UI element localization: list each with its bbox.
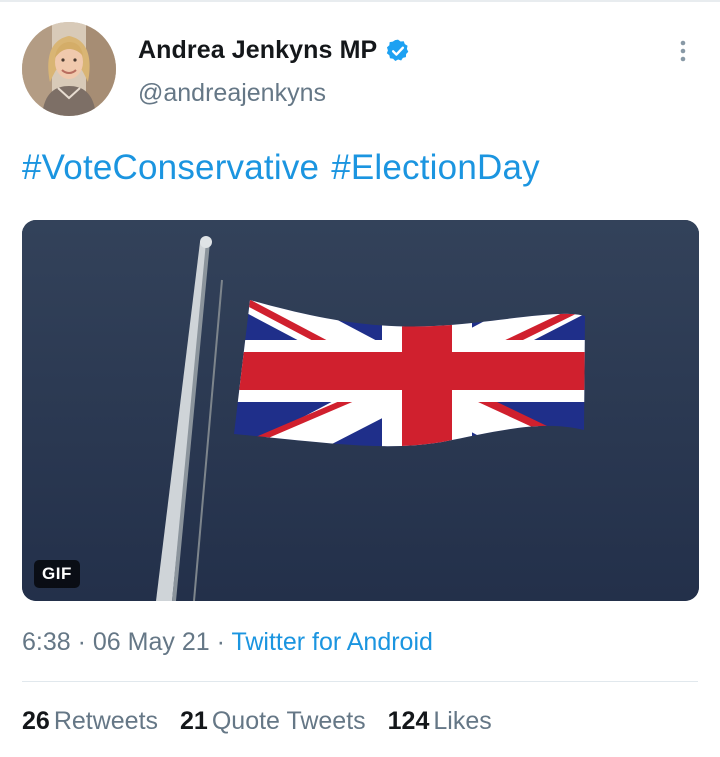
tweet-text: #VoteConservative #ElectionDay (22, 146, 552, 190)
quote-tweets-stat[interactable]: 21 Quote Tweets (180, 707, 366, 736)
quote-tweets-count: 21 (180, 707, 208, 735)
tweet-metadata: 6:38 · 06 May 21 · Twitter for Android (22, 628, 433, 657)
likes-count: 124 (387, 707, 430, 735)
gif-badge: GIF (34, 560, 80, 588)
profile-photo-icon (22, 22, 116, 116)
more-vertical-icon (680, 40, 686, 62)
likes-label: Likes (433, 707, 492, 735)
quote-tweets-label: Quote Tweets (211, 707, 366, 735)
likes-stat[interactable]: 124 Likes (388, 707, 492, 736)
retweets-label: Retweets (53, 707, 159, 735)
tweet-time[interactable]: 6:38 (22, 628, 71, 656)
hashtag-link[interactable]: #VoteConservative (22, 148, 319, 187)
retweets-stat[interactable]: 26 Retweets (22, 707, 158, 736)
tweet-header: Andrea Jenkyns MP @andreajenkyns (22, 22, 698, 122)
engagement-stats: 26 Retweets 21 Quote Tweets 124 Likes (22, 707, 492, 736)
tweet-date[interactable]: 06 May 21 (93, 628, 210, 656)
display-name[interactable]: Andrea Jenkyns MP (138, 36, 377, 65)
union-jack-flag-icon (22, 220, 699, 601)
tweet-media-gif[interactable]: GIF (22, 220, 699, 601)
top-border (0, 0, 720, 2)
retweets-count: 26 (22, 707, 50, 735)
username-handle[interactable]: @andreajenkyns (138, 79, 411, 108)
separator: · (77, 628, 86, 656)
avatar[interactable] (22, 22, 116, 116)
separator: · (216, 628, 225, 656)
verified-badge-icon (387, 39, 409, 61)
tweet-source-link[interactable]: Twitter for Android (231, 628, 432, 656)
divider (22, 681, 698, 682)
hashtag-link[interactable]: #ElectionDay (331, 148, 540, 187)
author-info[interactable]: Andrea Jenkyns MP @andreajenkyns (138, 36, 411, 108)
more-options-button[interactable] (668, 36, 698, 66)
